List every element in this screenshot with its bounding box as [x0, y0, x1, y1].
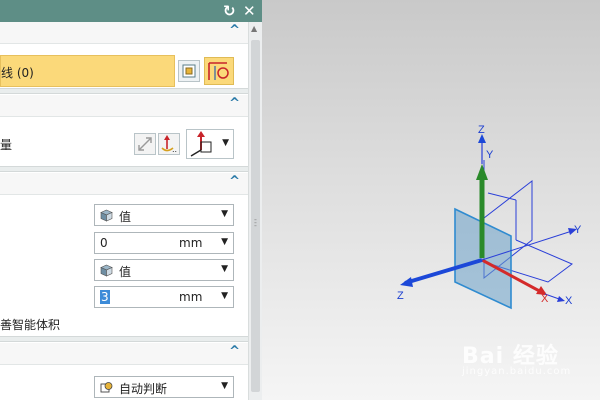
start-distance-unit: mm [179, 236, 203, 250]
end-option-select[interactable]: 值 ▼ [94, 259, 234, 281]
end-distance-field[interactable]: 3 mm ▼ [94, 286, 234, 308]
value-cube-icon [100, 209, 113, 222]
curve-rule-button[interactable] [178, 60, 200, 82]
start-option-label: 值 [119, 210, 132, 224]
direction-label: 量 [0, 138, 13, 152]
svg-text:..: .. [172, 145, 177, 154]
chevron-down-icon: ▼ [221, 381, 228, 391]
boolean-select[interactable]: 自动判断 ▼ [94, 376, 234, 398]
chevron-down-icon[interactable]: ▼ [221, 291, 228, 301]
auto-infer-icon [100, 382, 113, 393]
sketch-section-button[interactable] [204, 57, 234, 85]
smart-volume-label: 善智能体积 [0, 318, 61, 332]
section-divider [0, 166, 248, 172]
section-divider [0, 88, 248, 94]
graphics-viewport[interactable]: Z Y Y Z X X Bai 经验 jingyan.baidu.com [262, 0, 600, 400]
vector-triad-icon [190, 131, 212, 157]
section-header-direction[interactable]: ^ [0, 95, 248, 117]
boolean-option-label: 自动判断 [119, 382, 168, 396]
chevron-down-icon[interactable]: ▼ [221, 237, 228, 247]
reverse-direction-icon [138, 137, 152, 151]
x-axis-blue-arrow-icon [557, 296, 565, 302]
scroll-up-icon[interactable]: ▲ [251, 24, 257, 33]
reverse-direction-button[interactable] [134, 133, 156, 155]
specify-vector-icon: .. [161, 135, 177, 154]
section-divider [0, 336, 248, 342]
dialog-scrollbar[interactable]: ▲ --- [248, 22, 262, 400]
dialog-title-bar: ↻ ✕ [0, 0, 262, 22]
axis-label-y-top: Y [486, 149, 494, 161]
axis-label-x-blue: X [565, 295, 573, 307]
extrude-dialog: ↻ ✕ ^ 线 (0) ^ 量 .. ▼ ^ 值 ▼ 0 mm ▼ 值 ▼ 3 … [0, 0, 262, 400]
curve-rule-icon [182, 64, 196, 78]
axis-label-x-red: X [541, 293, 549, 305]
axis-label-z-left: Z [397, 290, 404, 302]
value-cube-icon [100, 264, 113, 277]
y-axis-green-arrow-icon [476, 164, 488, 180]
scrollbar-grip-icon: --- [254, 215, 257, 230]
reset-icon[interactable]: ↻ [223, 1, 236, 21]
chevron-down-icon: ▼ [221, 264, 228, 274]
close-icon[interactable]: ✕ [243, 1, 256, 21]
axis-label-y-right: Y [574, 224, 582, 236]
dialog-content: ^ 线 (0) ^ 量 .. ▼ ^ 值 ▼ 0 mm ▼ 值 ▼ 3 mm ▼… [0, 22, 248, 400]
section-header-boolean[interactable]: ^ [0, 343, 248, 365]
collapse-caret-icon[interactable]: ^ [229, 96, 240, 111]
scrollbar-thumb[interactable]: --- [251, 40, 260, 392]
end-distance-unit: mm [179, 290, 203, 304]
z-axis-arrow-icon [400, 277, 413, 287]
end-distance-value[interactable]: 3 [100, 290, 110, 304]
chevron-down-icon: ▼ [222, 138, 229, 148]
sketch-section-icon [208, 62, 229, 80]
collapse-caret-icon[interactable]: ^ [229, 23, 240, 38]
vector-dropdown[interactable]: ▼ [186, 129, 234, 159]
select-curve-label: 线 (0) [1, 66, 34, 80]
end-option-label: 值 [119, 265, 132, 279]
section-header-limits[interactable]: ^ [0, 173, 248, 195]
collapse-caret-icon[interactable]: ^ [229, 174, 240, 189]
collapse-caret-icon[interactable]: ^ [229, 344, 240, 359]
watermark-url: jingyan.baidu.com [462, 366, 572, 377]
section-header-selection[interactable]: ^ [0, 22, 248, 44]
start-distance-field[interactable]: 0 mm ▼ [94, 232, 234, 254]
select-curve-row[interactable]: 线 (0) [0, 55, 175, 87]
axis-label-z-top: Z [478, 124, 485, 136]
start-option-select[interactable]: 值 ▼ [94, 204, 234, 226]
start-distance-value[interactable]: 0 [100, 236, 108, 250]
specify-vector-button[interactable]: .. [158, 133, 180, 155]
chevron-down-icon: ▼ [221, 209, 228, 219]
